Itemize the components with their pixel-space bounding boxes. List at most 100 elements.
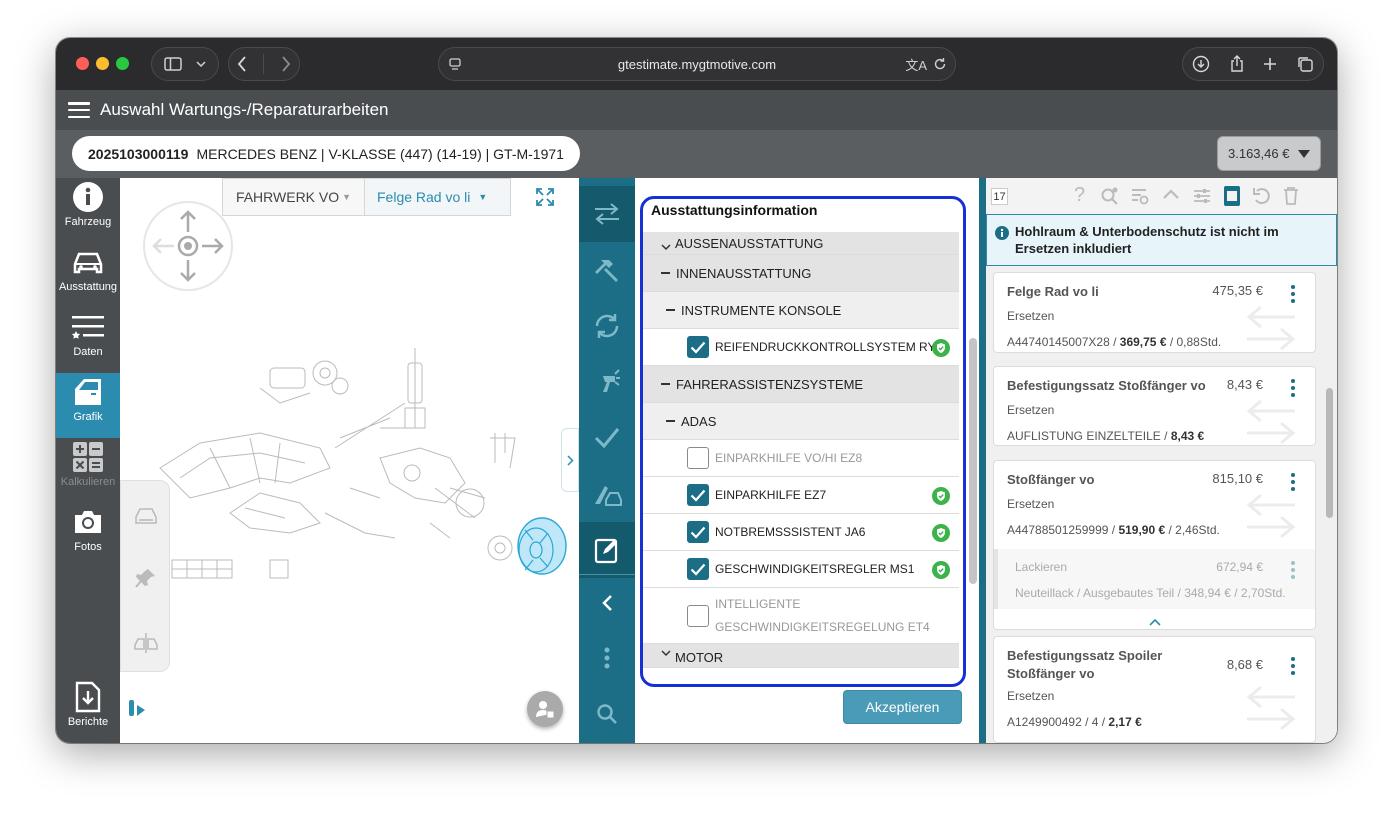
reload-icon[interactable]	[933, 57, 947, 71]
translate-icon[interactable]: 文A	[905, 55, 927, 74]
sliders-icon[interactable]	[1192, 186, 1212, 206]
url-bar[interactable]: gtestimate.mygtmotive.com 文A	[438, 47, 956, 81]
menu-icon[interactable]	[68, 102, 90, 118]
info-icon	[73, 182, 103, 212]
more-vertical-icon[interactable]	[1291, 473, 1295, 491]
item-count-badge: 17	[991, 188, 1008, 205]
user-assign-button[interactable]	[527, 691, 563, 727]
close-window-button[interactable]	[76, 57, 89, 70]
total-price-button[interactable]: 3.163,46 €	[1217, 136, 1321, 171]
back-icon[interactable]	[237, 56, 247, 72]
info-circle-icon	[995, 226, 1009, 240]
check-icon	[594, 428, 620, 449]
accept-button[interactable]: Akzeptieren	[843, 690, 962, 724]
refresh-tool[interactable]	[579, 298, 635, 354]
car-parts-icon[interactable]	[134, 505, 158, 525]
url-text: gtestimate.mygtmotive.com	[617, 56, 777, 72]
left-nav: Fahrzeug Ausstattung Daten Grafik Kalkul…	[56, 178, 120, 743]
car-compare-icon[interactable]	[133, 631, 159, 653]
group-selector: FAHRWERK VO ▼ Felge Rad vo li ▼	[222, 178, 511, 216]
help-icon[interactable]: ?	[1074, 184, 1085, 207]
nav-label: Berichte	[67, 716, 109, 728]
calculator-icon	[73, 442, 103, 472]
nav-kalkulieren[interactable]: Kalkulieren	[56, 438, 120, 503]
chevron-up-icon[interactable]	[1162, 188, 1180, 200]
estimate-item[interactable]: Befestigungssatz Spoiler Stoßfänger vo 8,6…	[993, 636, 1316, 743]
estimate-toolbar: 17 ?	[986, 178, 1337, 214]
swap-tool[interactable]	[579, 186, 635, 242]
collapse-subitems[interactable]	[1149, 613, 1161, 631]
sidebar-toggle-button[interactable]	[151, 47, 219, 81]
page-settings-icon[interactable]	[448, 57, 462, 71]
sidebar-icon	[164, 57, 182, 71]
filter-list-icon[interactable]	[1130, 186, 1150, 206]
nav-daten[interactable]: Daten	[56, 308, 120, 373]
equipment-scrollbar[interactable]	[969, 338, 977, 584]
new-tab-icon[interactable]	[1263, 57, 1277, 71]
nav-label: Grafik	[73, 411, 103, 423]
car-door-icon	[75, 379, 101, 405]
estimate-item[interactable]: Felge Rad vo li 475,35 € Ersetzen A44740145…	[993, 272, 1316, 353]
download-icon[interactable]	[1192, 55, 1210, 73]
part-label: Felge Rad vo li	[377, 189, 471, 205]
minimize-window-button[interactable]	[96, 57, 109, 70]
item-action: Ersetzen	[1007, 497, 1055, 511]
more-vertical-icon[interactable]	[1291, 379, 1295, 397]
search-parts-icon[interactable]	[1100, 186, 1120, 206]
more-vertical-icon[interactable]	[1291, 561, 1295, 579]
replace-arrows-icon	[1246, 399, 1296, 445]
estimate-item[interactable]: Stoßfänger vo 815,10 € Ersetzen A4478850125…	[993, 460, 1316, 630]
estimate-item[interactable]: Befestigungssatz Stoßfänger vo 8,43 € Erse…	[993, 366, 1316, 446]
estimate-scrollbar[interactable]	[1326, 388, 1333, 518]
nav-grafik[interactable]: Grafik	[56, 373, 120, 438]
more-vertical-icon[interactable]	[1291, 657, 1295, 675]
vehicle-info[interactable]: 2025103000119 MERCEDES BENZ | V-KLASSE (…	[72, 136, 580, 171]
paint-tool[interactable]	[579, 354, 635, 410]
more-tools[interactable]	[579, 630, 635, 686]
edit-tool[interactable]	[579, 522, 635, 578]
nav-berichte[interactable]: Berichte	[56, 678, 120, 743]
collapse-panel-handle[interactable]	[561, 428, 579, 492]
nav-fahrzeug[interactable]: Fahrzeug	[56, 178, 120, 243]
share-icon[interactable]	[1229, 55, 1245, 73]
report-download-icon	[75, 681, 101, 713]
paint-subitem[interactable]: Lackieren 672,94 € Neuteillack / Ausgebaut…	[994, 549, 1315, 609]
forward-icon[interactable]	[281, 56, 291, 72]
undo-icon[interactable]	[1252, 186, 1272, 206]
group-dropdown[interactable]: FAHRWERK VO ▼	[223, 179, 365, 215]
nav-label: Fotos	[74, 541, 102, 553]
repair-tool[interactable]	[579, 242, 635, 298]
nav-label: Fahrzeug	[64, 216, 112, 228]
paint-label: Lackieren	[1015, 560, 1068, 574]
logo-icon	[129, 700, 145, 716]
highlight-frame	[640, 196, 966, 687]
tool-column	[579, 178, 635, 743]
part-dropdown[interactable]: Felge Rad vo li ▼	[365, 179, 510, 215]
replace-arrows-icon	[1246, 305, 1296, 351]
pan-control[interactable]	[142, 200, 234, 292]
nav-fotos[interactable]: Fotos	[56, 503, 120, 568]
item-price: 475,35 €	[1212, 283, 1263, 298]
nav-ausstattung[interactable]: Ausstattung	[56, 243, 120, 308]
paint-price: 672,94 €	[1216, 560, 1263, 574]
spray-gun-icon	[603, 369, 620, 392]
search-tool[interactable]	[579, 686, 635, 742]
caret-down-icon: ▼	[478, 192, 488, 202]
exploded-parts-drawing[interactable]	[150, 338, 580, 588]
fullscreen-icon[interactable]	[535, 187, 555, 207]
tabs-overview-icon[interactable]	[1296, 55, 1314, 73]
more-vertical-icon[interactable]	[1291, 285, 1295, 303]
item-price: 8,43 €	[1226, 377, 1263, 392]
total-price: 3.163,46 €	[1228, 146, 1290, 161]
list-star-icon	[71, 316, 104, 339]
vehicle-description: MERCEDES BENZ | V-KLASSE (447) (14-19) |…	[196, 145, 564, 162]
paint-car-tool[interactable]	[579, 466, 635, 522]
browser-toolbar: gtestimate.mygtmotive.com 文A	[56, 38, 1337, 90]
zoom-window-button[interactable]	[116, 57, 129, 70]
film-view-icon[interactable]	[1222, 185, 1242, 207]
check-tool[interactable]	[579, 410, 635, 466]
pin-icon[interactable]	[135, 567, 157, 589]
collapse-tools[interactable]	[579, 574, 635, 630]
car-icon	[73, 252, 103, 274]
trash-icon[interactable]	[1282, 186, 1300, 206]
